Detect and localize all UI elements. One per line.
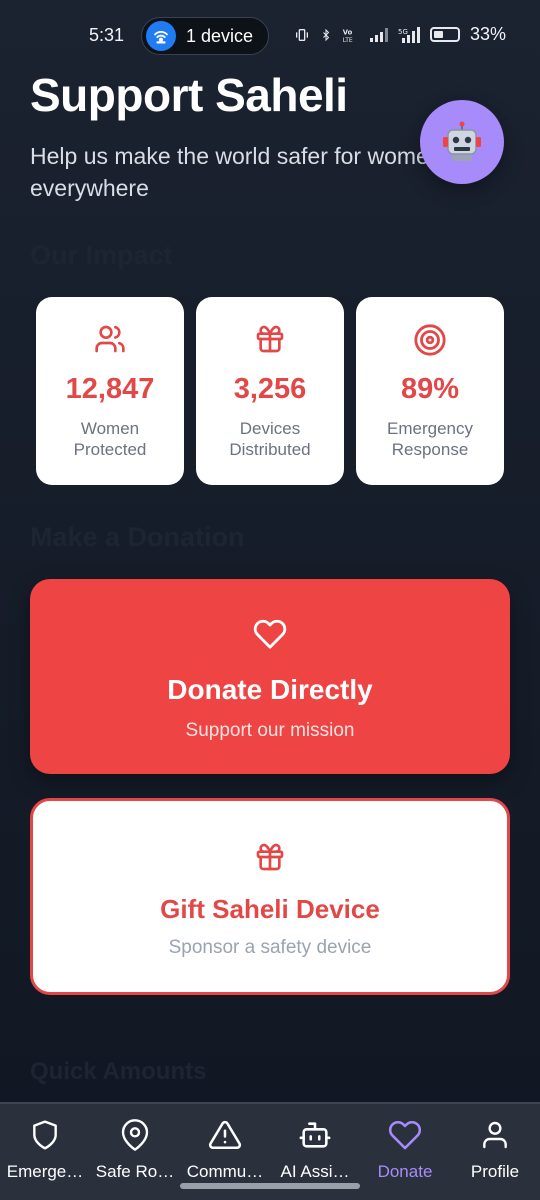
nav-item-profile[interactable]: Profile <box>450 1104 540 1200</box>
page-title: Support Saheli <box>30 69 348 121</box>
section-title-impact: Our Impact <box>30 240 173 270</box>
nav-label: Emerge… <box>6 1162 84 1181</box>
page-subtitle: Help us make the world safer for women e… <box>30 143 442 201</box>
stat-label: Emergency Response <box>387 419 473 459</box>
nav-label: Donate <box>377 1162 433 1181</box>
robot-icon <box>443 121 481 161</box>
donate-title: Donate Directly <box>167 674 373 705</box>
bot-icon <box>298 1118 332 1152</box>
ai-assistant-fab[interactable] <box>420 100 504 184</box>
section-title-quick-amounts: Quick Amounts <box>30 1058 207 1085</box>
target-icon <box>413 323 447 356</box>
donate-directly-button[interactable]: Donate Directly Support our mission <box>30 579 510 774</box>
stat-label: Women Protected <box>73 419 147 459</box>
heart-icon <box>387 1118 423 1152</box>
gift-device-button[interactable]: Gift Saheli Device Sponsor a safety devi… <box>30 798 510 995</box>
heart-icon <box>252 617 288 656</box>
shield-icon <box>29 1118 61 1152</box>
nav-item-emergency[interactable]: Emerge… <box>0 1104 90 1200</box>
stat-value: 12,847 <box>65 373 155 405</box>
nav-label: AI Assi… <box>280 1162 350 1181</box>
nav-item-donate[interactable]: Donate <box>360 1104 450 1200</box>
gift-title: Gift Saheli Device <box>160 894 380 924</box>
gift-icon <box>254 841 286 878</box>
stat-value: 3,256 <box>233 373 307 405</box>
home-indicator[interactable] <box>180 1183 360 1189</box>
stat-card-women-protected: 12,847 Women Protected <box>36 297 184 485</box>
nav-label: Profile <box>470 1162 520 1181</box>
nav-item-safe-routes[interactable]: Safe Ro… <box>90 1104 180 1200</box>
stat-value: 89% <box>400 373 460 405</box>
stat-label: Devices Distributed <box>229 419 311 459</box>
donate-subtitle: Support our mission <box>185 720 355 741</box>
nav-label: Safe Ro… <box>95 1162 175 1181</box>
users-icon <box>93 323 127 355</box>
gift-subtitle: Sponsor a safety device <box>168 937 372 958</box>
stat-card-emergency-response: 89% Emergency Response <box>356 297 504 485</box>
section-title-donation: Make a Donation <box>30 522 245 552</box>
user-icon <box>479 1118 511 1152</box>
map-pin-icon <box>119 1118 151 1152</box>
nav-label: Commu… <box>186 1162 264 1181</box>
gift-icon <box>254 323 286 355</box>
stat-card-devices-distributed: 3,256 Devices Distributed <box>196 297 344 485</box>
alert-triangle-icon <box>207 1118 243 1152</box>
